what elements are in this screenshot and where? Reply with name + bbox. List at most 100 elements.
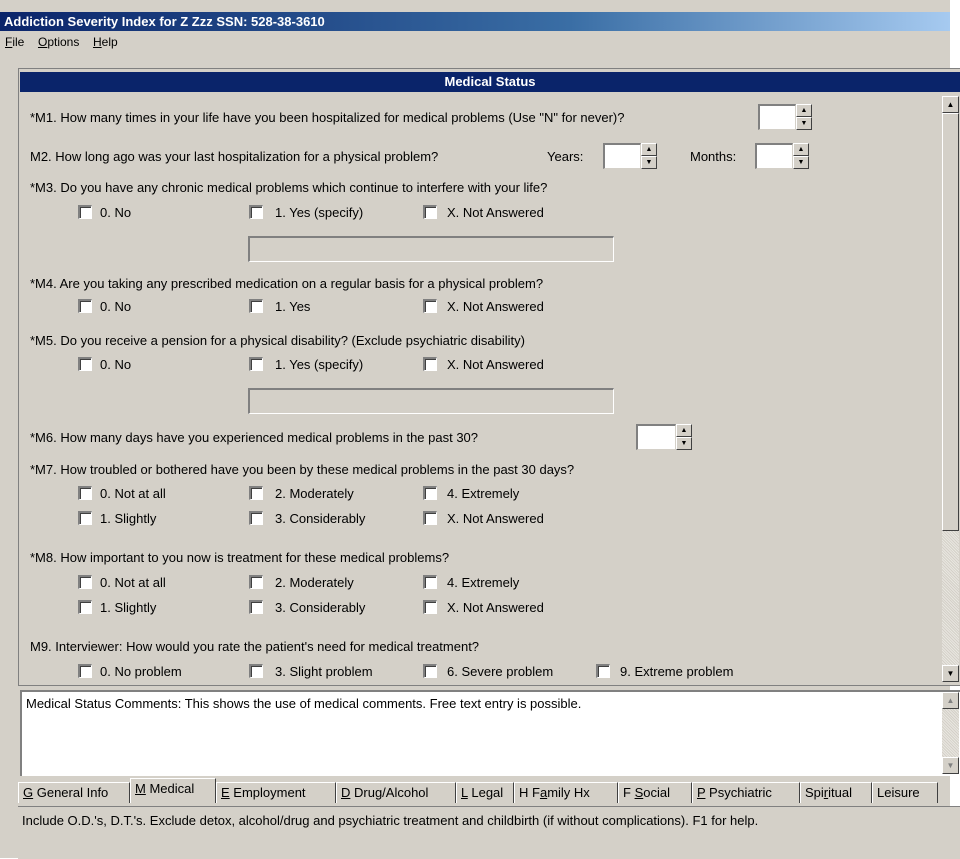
- m4-option-no-checkbox[interactable]: [78, 299, 92, 313]
- m7-option-4-label: 4. Extremely: [447, 486, 520, 501]
- m7-option-0-checkbox[interactable]: [78, 486, 92, 500]
- question-m7: *M7. How troubled or bothered have you b…: [30, 462, 575, 477]
- m8-option-0-checkbox[interactable]: [78, 575, 92, 589]
- m9-option-6-label: 6. Severe problem: [447, 664, 554, 679]
- window-title: Addiction Severity Index for Z Zzz SSN: …: [4, 14, 325, 29]
- spin-up-icon[interactable]: ▲: [796, 104, 812, 117]
- m4-option-yes-label: 1. Yes: [275, 299, 311, 314]
- m7-option-3-label: 3. Considerably: [275, 511, 366, 526]
- scroll-up-icon[interactable]: ▲: [942, 692, 959, 709]
- m8-option-3-label: 3. Considerably: [275, 600, 366, 615]
- spin-up-icon[interactable]: ▲: [793, 143, 809, 156]
- question-m2: M2. How long ago was your last hospitali…: [30, 149, 439, 164]
- tab-medical[interactable]: M Medical: [130, 778, 216, 803]
- m3-option-yes-checkbox[interactable]: [249, 205, 263, 219]
- spin-down-icon[interactable]: ▼: [796, 117, 812, 130]
- m9-option-6-checkbox[interactable]: [423, 664, 437, 678]
- m8-option-x-checkbox[interactable]: [423, 600, 437, 614]
- comments-textarea[interactable]: Medical Status Comments: This shows the …: [20, 690, 960, 776]
- m6-spinner[interactable]: ▲ ▼: [636, 424, 692, 450]
- question-m3: *M3. Do you have any chronic medical pro…: [30, 180, 548, 195]
- m7-option-2-checkbox[interactable]: [249, 486, 263, 500]
- m7-option-x-checkbox[interactable]: [423, 511, 437, 525]
- m8-option-4-checkbox[interactable]: [423, 575, 437, 589]
- question-m6: *M6. How many days have you experienced …: [30, 430, 479, 445]
- spin-down-icon[interactable]: ▼: [793, 156, 809, 169]
- m9-option-3-checkbox[interactable]: [249, 664, 263, 678]
- m2-years-spinner[interactable]: ▲ ▼: [603, 143, 659, 169]
- m5-option-na-checkbox[interactable]: [423, 357, 437, 371]
- m7-option-0-label: 0. Not at all: [100, 486, 166, 501]
- m7-option-x-label: X. Not Answered: [447, 511, 544, 526]
- spin-up-icon[interactable]: ▲: [676, 424, 692, 437]
- spin-down-icon[interactable]: ▼: [641, 156, 657, 169]
- tab-psychiatric[interactable]: P Psychiatric: [692, 782, 800, 803]
- tab-spiritual[interactable]: Spiritual: [800, 782, 872, 803]
- m8-option-1-label: 1. Slightly: [100, 600, 157, 615]
- m5-option-no-label: 0. No: [100, 357, 132, 372]
- m5-option-yes-checkbox[interactable]: [249, 357, 263, 371]
- scroll-thumb[interactable]: [942, 113, 959, 531]
- m2-months-input[interactable]: [755, 143, 793, 169]
- m2-months-label: Months:: [690, 149, 737, 164]
- question-m4: *M4. Are you taking any prescribed medic…: [30, 276, 544, 291]
- m1-spinner[interactable]: ▲ ▼: [758, 104, 814, 130]
- m8-option-3-checkbox[interactable]: [249, 600, 263, 614]
- tab-drug-alcohol[interactable]: D Drug/Alcohol: [336, 782, 456, 803]
- menu-file[interactable]: File: [0, 32, 29, 52]
- m7-option-2-label: 2. Moderately: [275, 486, 354, 501]
- spin-up-icon[interactable]: ▲: [641, 143, 657, 156]
- tab-legal[interactable]: L Legal: [456, 782, 514, 803]
- question-m9: M9. Interviewer: How would you rate the …: [30, 639, 480, 654]
- comments-text: Medical Status Comments: This shows the …: [26, 696, 582, 711]
- m7-option-3-checkbox[interactable]: [249, 511, 263, 525]
- m8-option-4-label: 4. Extremely: [447, 575, 520, 590]
- m9-option-9-label: 9. Extreme problem: [620, 664, 734, 679]
- m9-option-0-label: 0. No problem: [100, 664, 182, 679]
- scroll-up-icon[interactable]: ▲: [942, 96, 959, 113]
- section-tabs: G General Info M Medical E Employment D …: [18, 778, 960, 804]
- m5-option-no-checkbox[interactable]: [78, 357, 92, 371]
- m1-input[interactable]: [758, 104, 796, 130]
- m3-option-no-checkbox[interactable]: [78, 205, 92, 219]
- tab-social[interactable]: F Social: [618, 782, 692, 803]
- m4-option-yes-checkbox[interactable]: [249, 299, 263, 313]
- tab-general-info[interactable]: G General Info: [18, 782, 130, 803]
- scroll-track[interactable]: [942, 531, 959, 665]
- m8-option-2-label: 2. Moderately: [275, 575, 354, 590]
- m2-years-input[interactable]: [603, 143, 641, 169]
- m5-specify-field[interactable]: [248, 388, 614, 414]
- question-m1: *M1. How many times in your life have yo…: [30, 110, 625, 125]
- m8-option-x-label: X. Not Answered: [447, 600, 544, 615]
- menu-options[interactable]: Options: [33, 32, 84, 52]
- m2-months-spinner[interactable]: ▲ ▼: [755, 143, 811, 169]
- m9-option-9-checkbox[interactable]: [596, 664, 610, 678]
- question-m8: *M8. How important to you now is treatme…: [30, 550, 450, 565]
- m7-option-1-checkbox[interactable]: [78, 511, 92, 525]
- m4-option-na-checkbox[interactable]: [423, 299, 437, 313]
- tab-employment[interactable]: E Employment: [216, 782, 336, 803]
- m8-option-2-checkbox[interactable]: [249, 575, 263, 589]
- m6-input[interactable]: [636, 424, 676, 450]
- comments-scrollbar[interactable]: ▲ ▼: [942, 692, 959, 774]
- questions-area: *M1. How many times in your life have yo…: [20, 94, 942, 684]
- m2-years-label: Years:: [547, 149, 584, 164]
- m3-option-na-checkbox[interactable]: [423, 205, 437, 219]
- m3-specify-field[interactable]: [248, 236, 614, 262]
- m9-option-0-checkbox[interactable]: [78, 664, 92, 678]
- m5-option-yes-label: 1. Yes (specify): [275, 357, 364, 372]
- m7-option-4-checkbox[interactable]: [423, 486, 437, 500]
- m8-option-1-checkbox[interactable]: [78, 600, 92, 614]
- m3-option-yes-label: 1. Yes (specify): [275, 205, 364, 220]
- menu-help[interactable]: Help: [88, 32, 123, 52]
- tab-family-hx[interactable]: H Family Hx: [514, 782, 618, 803]
- tab-leisure[interactable]: Leisure: [872, 782, 938, 803]
- spin-down-icon[interactable]: ▼: [676, 437, 692, 450]
- scroll-track[interactable]: [942, 709, 959, 757]
- m3-option-no-label: 0. No: [100, 205, 132, 220]
- questions-scrollbar[interactable]: ▲ ▼: [942, 96, 959, 682]
- scroll-down-icon[interactable]: ▼: [942, 757, 959, 774]
- scroll-down-icon[interactable]: ▼: [942, 665, 959, 682]
- question-m5: *M5. Do you receive a pension for a phys…: [30, 333, 525, 348]
- m4-option-na-label: X. Not Answered: [447, 299, 544, 314]
